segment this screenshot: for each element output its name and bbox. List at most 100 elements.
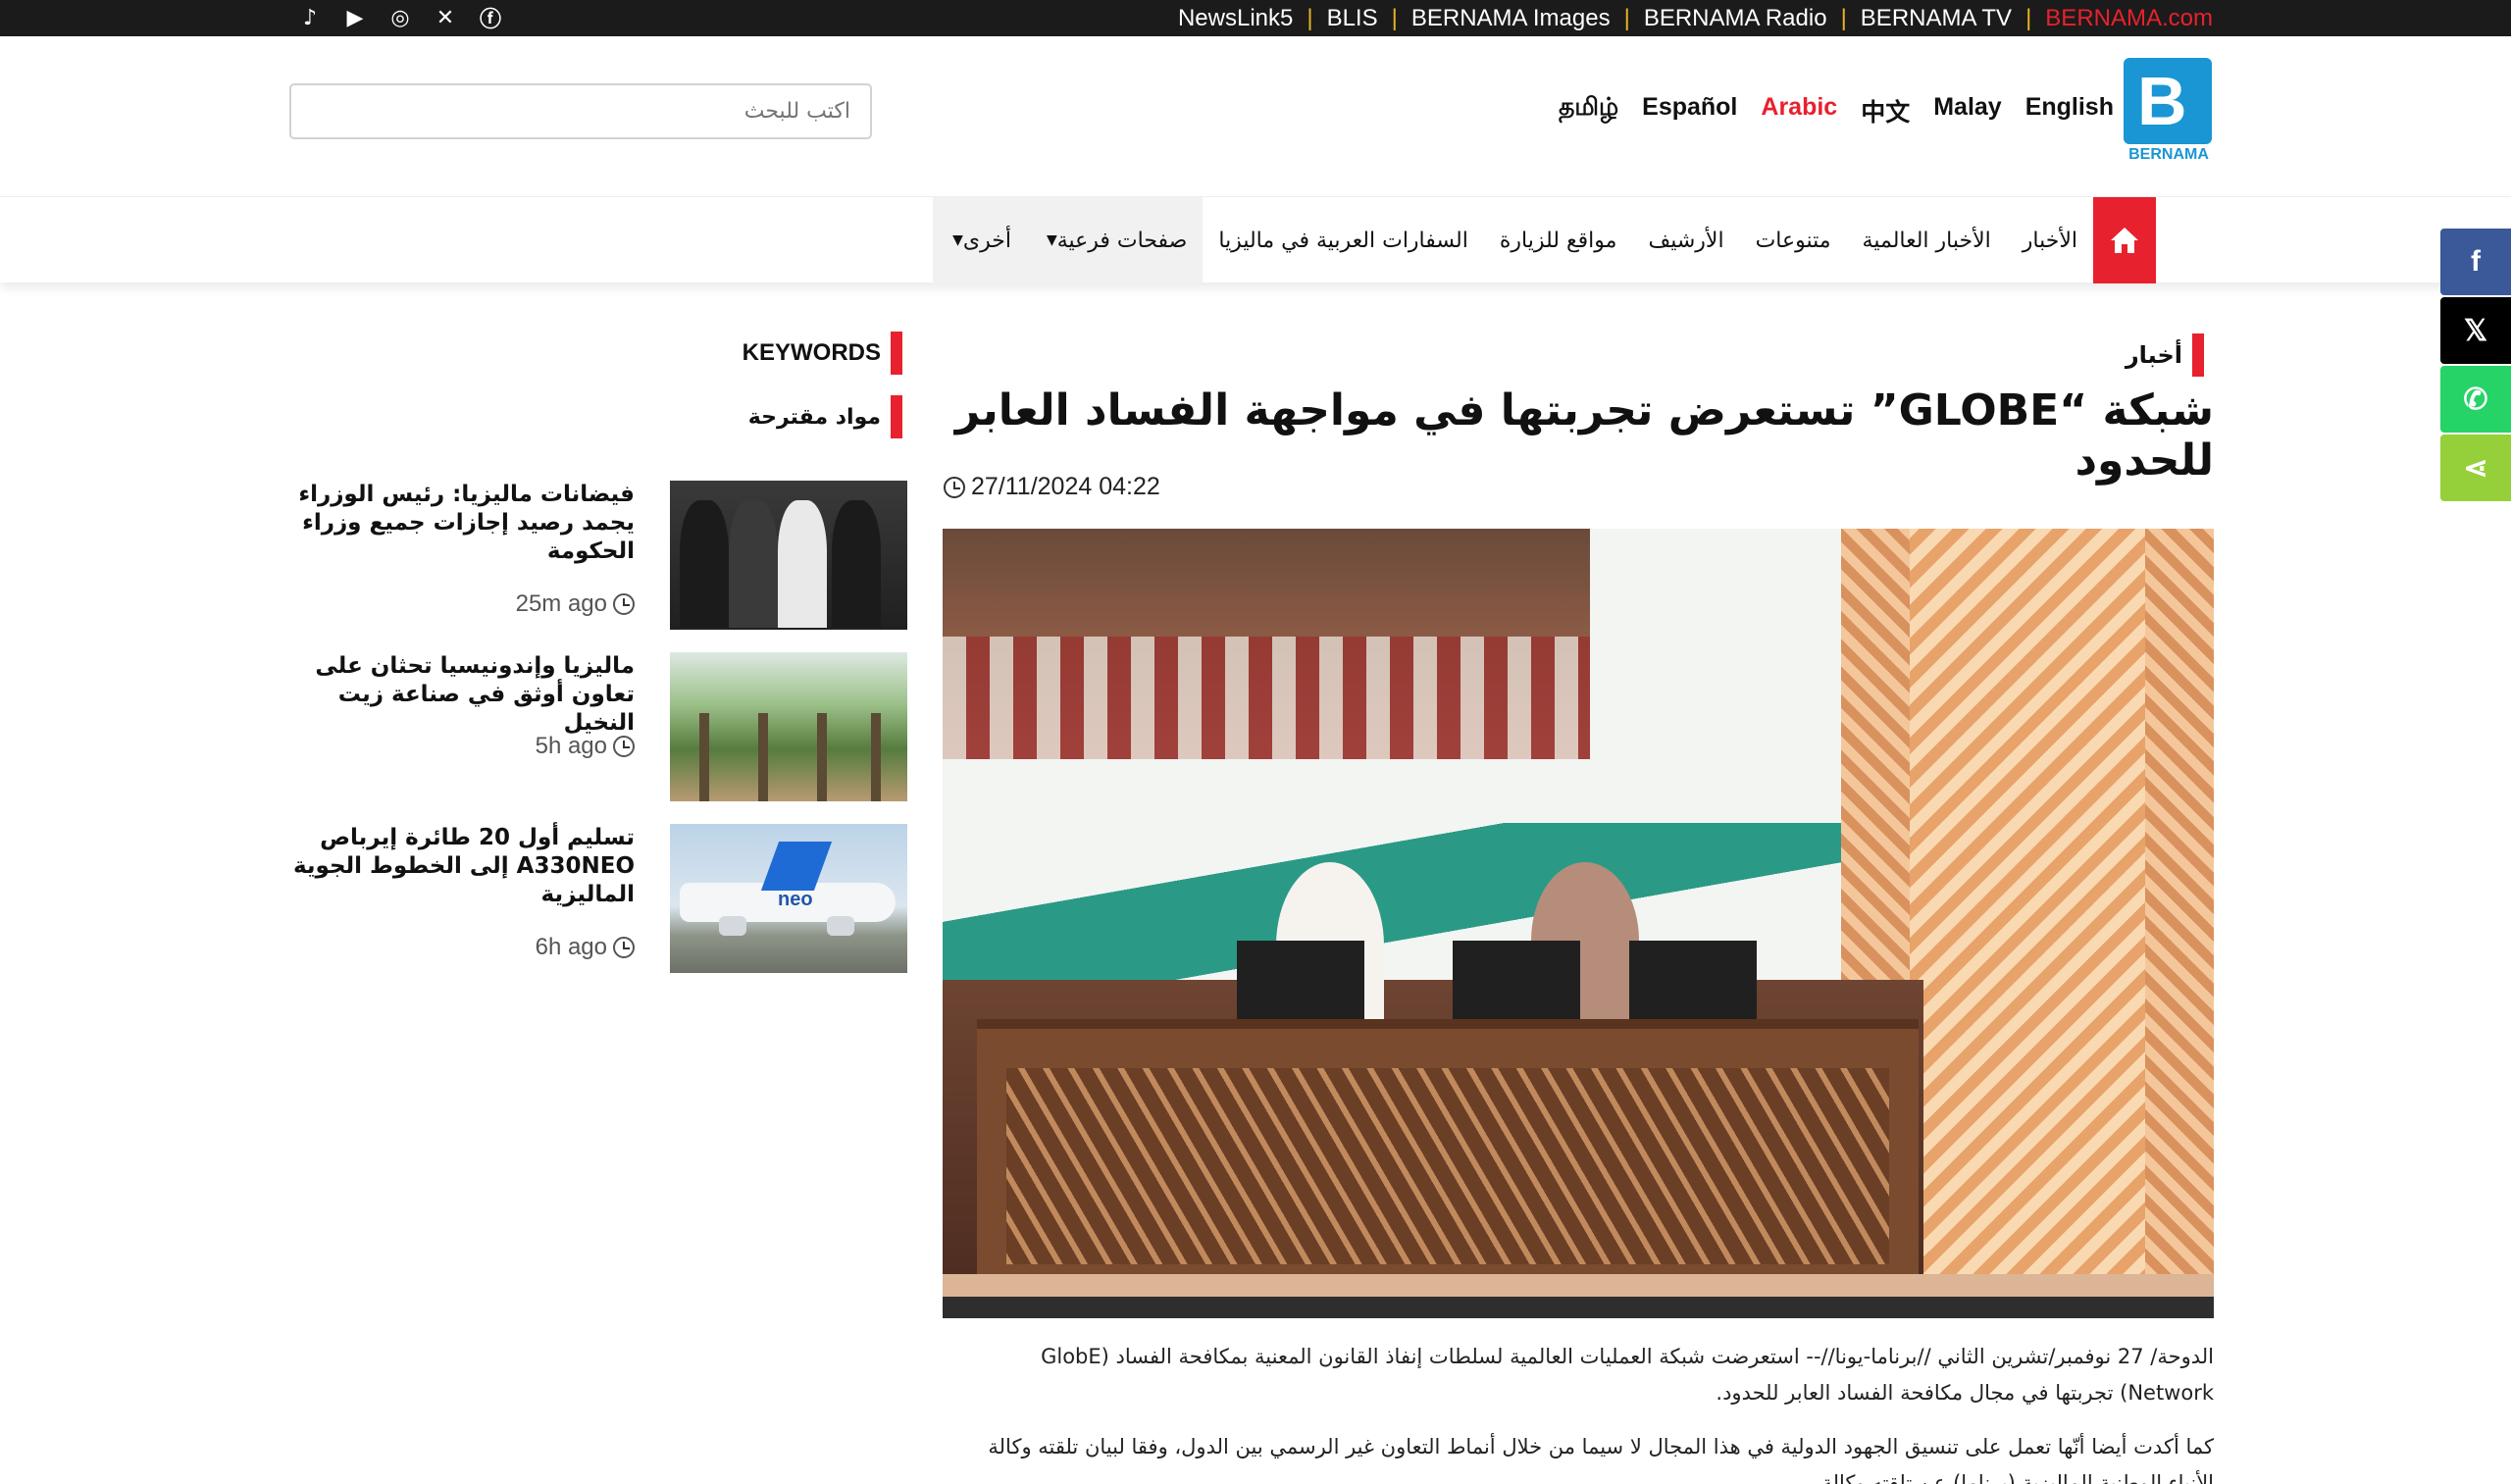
article-photo <box>943 529 2214 1318</box>
nav-home[interactable] <box>2093 197 2156 283</box>
share-x-button[interactable]: 𝕏 <box>2440 297 2511 364</box>
clock-icon <box>613 593 635 615</box>
article-paragraph: كما أكدت أيضا أنّها تعمل على تنسيق الجهو… <box>988 1435 2214 1484</box>
network-links: NewsLink5 | BLIS | BERNAMA Images | BERN… <box>1178 0 2213 36</box>
social-links: ♪ ▶ ◎ ✕ ⓕ <box>294 3 506 33</box>
share-generic-button[interactable]: ⋖ <box>2440 435 2511 501</box>
separator: | <box>1307 4 1313 31</box>
separator: | <box>1840 4 1847 31</box>
nav-subpages-dropdown[interactable]: صفحات فرعية ▼ <box>1026 197 1204 283</box>
lang-arabic[interactable]: Arabic <box>1761 93 1837 128</box>
bernama-logo[interactable]: B BERNAMA <box>2124 58 2214 164</box>
share-facebook-button[interactable]: f <box>2440 229 2511 295</box>
photo-screen-image <box>943 529 1590 759</box>
site-header: தமிழ் Español Arabic 中文 Malay English B … <box>0 36 2511 196</box>
nav-list: الأخبار الأخبار العالمية متنوعات الأرشيف… <box>933 197 2156 283</box>
facebook-icon[interactable]: ⓕ <box>475 3 506 32</box>
home-icon <box>2111 228 2138 253</box>
photo-monitor <box>1453 941 1580 1019</box>
share-icon: ⋖ <box>2463 451 2488 485</box>
share-whatsapp-button[interactable]: ✆ <box>2440 366 2511 433</box>
clock-icon <box>944 476 965 498</box>
youtube-icon[interactable]: ▶ <box>339 3 371 32</box>
nav-archive[interactable]: الأرشيف <box>1632 197 1739 283</box>
logo-letter: B <box>2137 63 2187 139</box>
tiktok-icon[interactable]: ♪ <box>294 3 326 32</box>
share-sidebar: f 𝕏 ✆ ⋖ <box>2440 229 2511 503</box>
keywords-heading: KEYWORDS <box>743 332 902 375</box>
lang-chinese[interactable]: 中文 <box>1861 93 1910 128</box>
suggested-label: مواد مقترحة <box>747 404 881 430</box>
date-text: 27/11/2024 04:22 <box>971 473 1160 500</box>
search-input[interactable] <box>289 83 872 139</box>
link-bernama-radio[interactable]: BERNAMA Radio <box>1644 5 1827 32</box>
x-icon: 𝕏 <box>2463 314 2488 347</box>
nav-other-label: أخرى <box>962 228 1011 253</box>
separator: | <box>2025 4 2032 31</box>
lang-english[interactable]: English <box>2025 93 2114 128</box>
nav-subpages-label: صفحات فرعية <box>1056 228 1188 253</box>
time-ago: 5h ago <box>535 733 607 759</box>
link-blis[interactable]: BLIS <box>1327 5 1378 32</box>
time-ago: 6h ago <box>535 934 607 960</box>
nav-misc[interactable]: متنوعات <box>1740 197 1847 283</box>
separator: | <box>1391 4 1398 31</box>
time-ago: 25m ago <box>515 590 607 617</box>
section-label[interactable]: أخبار <box>2126 341 2182 369</box>
logo-text: BERNAMA <box>2128 146 2209 163</box>
photo-caption-bar <box>943 1297 2214 1318</box>
card-thumbnail[interactable] <box>670 481 907 630</box>
card-time: 6h ago <box>438 934 635 961</box>
card-thumbnail[interactable]: neo <box>670 824 907 973</box>
suggested-bar <box>891 395 902 438</box>
photo-monitor <box>1629 941 1757 1019</box>
link-bernama-com[interactable]: BERNAMA.com <box>2045 5 2213 32</box>
nav-arab-embassies[interactable]: السفارات العربية في ماليزيا <box>1203 197 1483 283</box>
suggested-card[interactable]: ماليزيا وإندونيسيا تحثان على تعاون أوثق … <box>289 652 907 801</box>
lang-tamil[interactable]: தமிழ் <box>1559 93 1618 128</box>
lang-espanol[interactable]: Español <box>1642 93 1737 128</box>
article-date: 27/11/2024 04:22 <box>944 473 1160 501</box>
plane-logo: neo <box>778 889 813 910</box>
article-title: شبكة “GLOBE” تستعرض تجربتها في مواجهة ال… <box>954 385 2214 486</box>
logo-mark: B <box>2124 58 2212 144</box>
link-newslink5[interactable]: NewsLink5 <box>1178 5 1293 32</box>
separator: | <box>1623 4 1630 31</box>
plane-image: neo <box>680 842 896 936</box>
photo-monitor <box>1237 941 1364 1019</box>
card-title[interactable]: ماليزيا وإندونيسيا تحثان على تعاون أوثق … <box>289 652 635 738</box>
chevron-down-icon: ▼ <box>1046 232 1057 248</box>
suggested-heading: مواد مقترحة <box>748 395 902 438</box>
card-thumbnail[interactable] <box>670 652 907 801</box>
language-switcher: தமிழ் Español Arabic 中文 Malay English <box>1559 93 2114 128</box>
clock-icon <box>613 937 635 958</box>
article-paragraph: الدوحة/ 27 نوفمبر/تشرين الثاني //برناما-… <box>1041 1345 2214 1405</box>
main-nav: الأخبار الأخبار العالمية متنوعات الأرشيف… <box>0 196 2511 283</box>
card-title[interactable]: تسليم أول 20 طائرة إيرباص A330NEO إلى ال… <box>289 824 635 909</box>
card-time: 5h ago <box>438 733 635 760</box>
clock-icon <box>613 736 635 757</box>
nav-places-to-visit[interactable]: مواقع للزيارة <box>1484 197 1633 283</box>
photo-desk <box>977 1019 1919 1274</box>
nav-other-dropdown[interactable]: أخرى ▼ <box>933 197 1027 283</box>
instagram-icon[interactable]: ◎ <box>384 3 416 32</box>
lang-malay[interactable]: Malay <box>1933 93 2001 128</box>
section-tag: أخبار <box>2126 333 2204 377</box>
keywords-bar <box>891 332 902 375</box>
suggested-card[interactable]: فيضانات ماليزيا: رئيس الوزراء يجمد رصيد … <box>289 481 907 630</box>
keywords-label: KEYWORDS <box>742 339 881 366</box>
link-bernama-tv[interactable]: BERNAMA TV <box>1861 5 2012 32</box>
x-icon[interactable]: ✕ <box>430 3 461 32</box>
chevron-down-icon: ▼ <box>952 232 963 248</box>
photo-teal-wave <box>943 823 1923 980</box>
card-title[interactable]: فيضانات ماليزيا: رئيس الوزراء يجمد رصيد … <box>289 481 635 566</box>
nav-world-news[interactable]: الأخبار العالمية <box>1847 197 2007 283</box>
link-bernama-images[interactable]: BERNAMA Images <box>1411 5 1611 32</box>
top-bar: ♪ ▶ ◎ ✕ ⓕ NewsLink5 | BLIS | BERNAMA Ima… <box>0 0 2511 36</box>
whatsapp-icon: ✆ <box>2463 383 2488 416</box>
facebook-icon: f <box>2471 245 2481 278</box>
nav-news[interactable]: الأخبار <box>2007 197 2093 283</box>
section-bar <box>2192 333 2204 377</box>
suggested-card[interactable]: neo تسليم أول 20 طائرة إيرباص A330NEO إل… <box>289 824 907 973</box>
card-time: 25m ago <box>438 590 635 618</box>
